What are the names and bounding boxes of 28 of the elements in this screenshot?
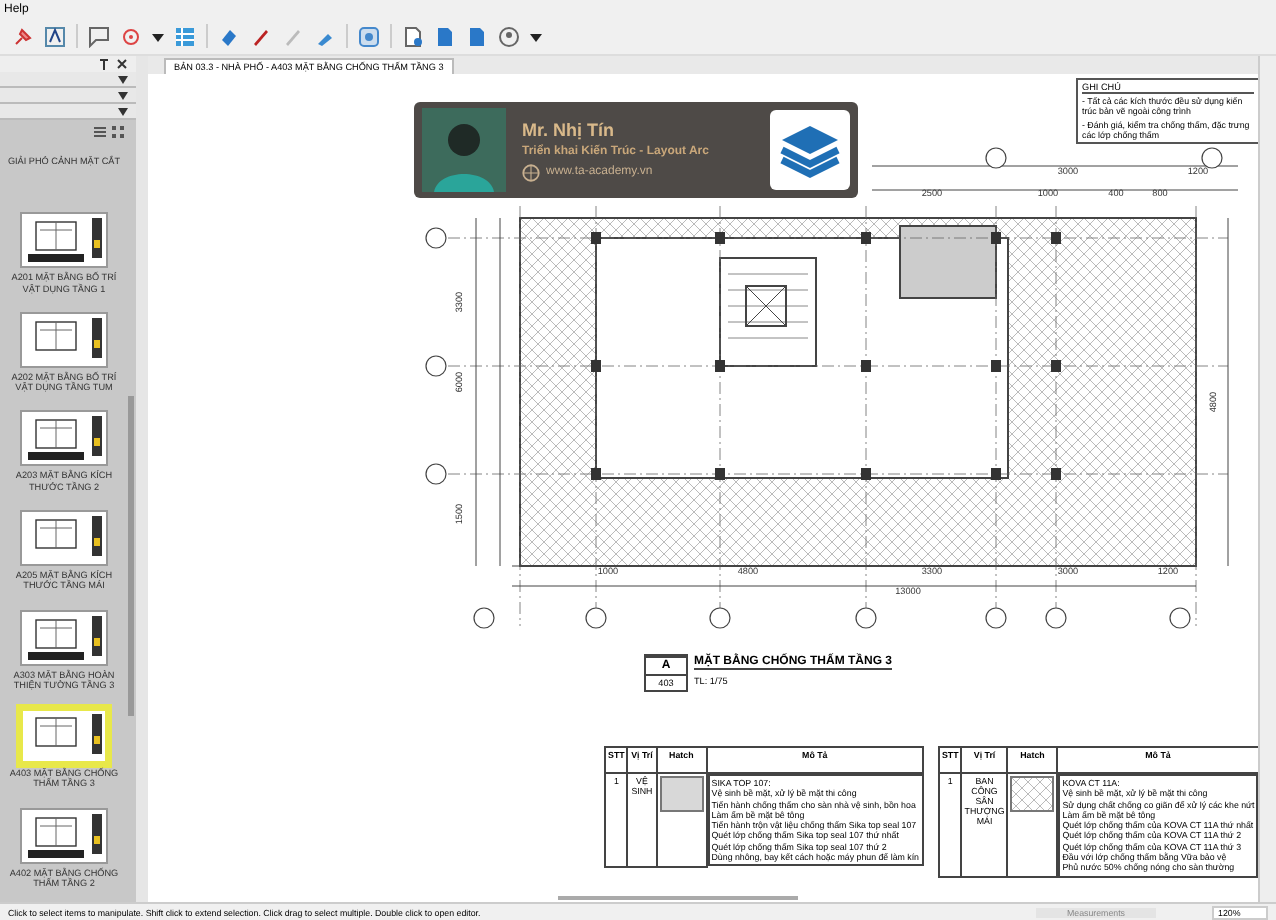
target-icon[interactable] bbox=[120, 25, 142, 47]
author-name: Mr. Nhị Tín bbox=[522, 119, 616, 139]
grid-bubble bbox=[985, 147, 1007, 169]
text-tool-icon[interactable] bbox=[44, 25, 66, 47]
stacked-layers-logo bbox=[770, 110, 850, 190]
hatch-swatch bbox=[1010, 776, 1055, 812]
grid-view-icon[interactable] bbox=[112, 126, 124, 138]
globe-icon bbox=[522, 163, 540, 181]
page-thumbnail[interactable] bbox=[20, 807, 108, 864]
table-icon[interactable] bbox=[174, 25, 196, 47]
close-icon[interactable] bbox=[116, 58, 128, 70]
page-thumbnail[interactable] bbox=[20, 509, 108, 566]
avatar-silhouette bbox=[422, 108, 506, 192]
scrollbar-thumb[interactable] bbox=[558, 896, 798, 900]
page-thumbnail[interactable] bbox=[20, 410, 108, 467]
pen-icon[interactable] bbox=[250, 25, 272, 47]
scrollbar-thumb[interactable] bbox=[128, 396, 134, 716]
hatch-swatch bbox=[659, 776, 704, 812]
document-icon[interactable] bbox=[466, 25, 488, 47]
page-thumbnail[interactable] bbox=[20, 609, 108, 666]
eraser-icon[interactable] bbox=[218, 25, 240, 47]
new-page-icon[interactable] bbox=[402, 25, 424, 47]
page-thumbnail[interactable] bbox=[20, 212, 108, 269]
document-icon[interactable] bbox=[434, 25, 456, 47]
page-thumbnail[interactable] bbox=[20, 311, 108, 368]
list-view-icon[interactable] bbox=[94, 126, 106, 138]
user-icon[interactable] bbox=[498, 25, 520, 47]
comment-icon[interactable] bbox=[88, 25, 110, 47]
